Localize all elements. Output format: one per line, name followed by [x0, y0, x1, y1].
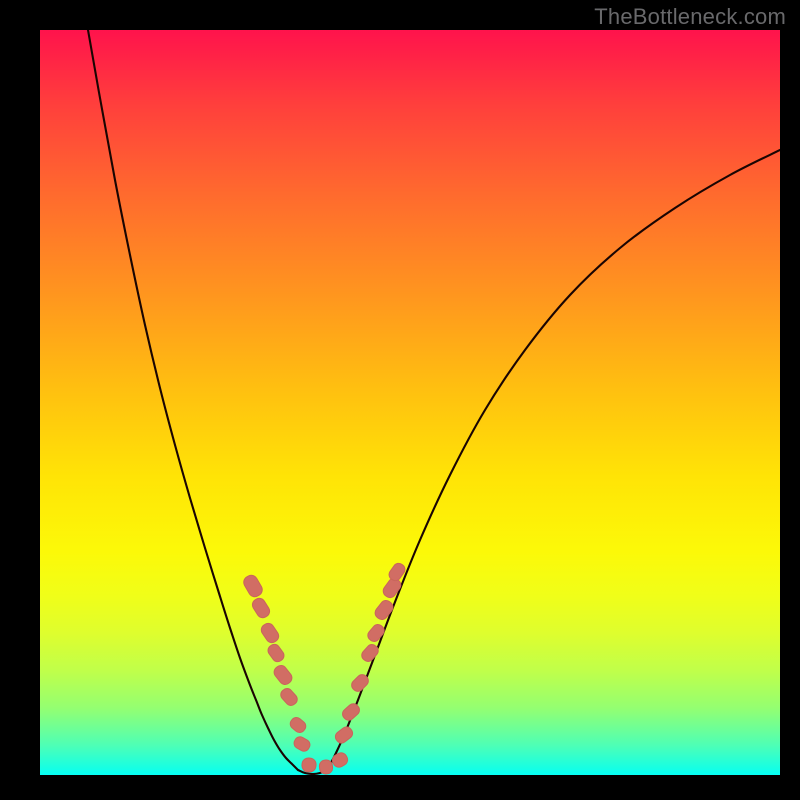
data-marker — [340, 702, 361, 723]
data-marker — [373, 598, 396, 622]
chart-svg — [40, 30, 780, 775]
watermark-text: TheBottleneck.com — [594, 4, 786, 30]
left-curve — [88, 30, 298, 770]
data-marker — [241, 573, 264, 599]
data-marker — [250, 596, 272, 620]
data-marker — [292, 735, 312, 753]
data-marker — [319, 759, 333, 774]
data-marker — [259, 621, 281, 645]
data-markers — [241, 561, 407, 774]
data-marker — [333, 725, 355, 746]
data-marker — [272, 663, 295, 687]
data-marker — [288, 715, 308, 734]
right-curve — [327, 150, 780, 770]
data-marker — [366, 622, 387, 644]
data-marker — [301, 757, 316, 772]
data-marker — [330, 751, 349, 770]
data-marker — [279, 686, 300, 707]
plot-area — [40, 30, 780, 775]
data-marker — [266, 642, 286, 664]
data-marker — [360, 642, 381, 663]
